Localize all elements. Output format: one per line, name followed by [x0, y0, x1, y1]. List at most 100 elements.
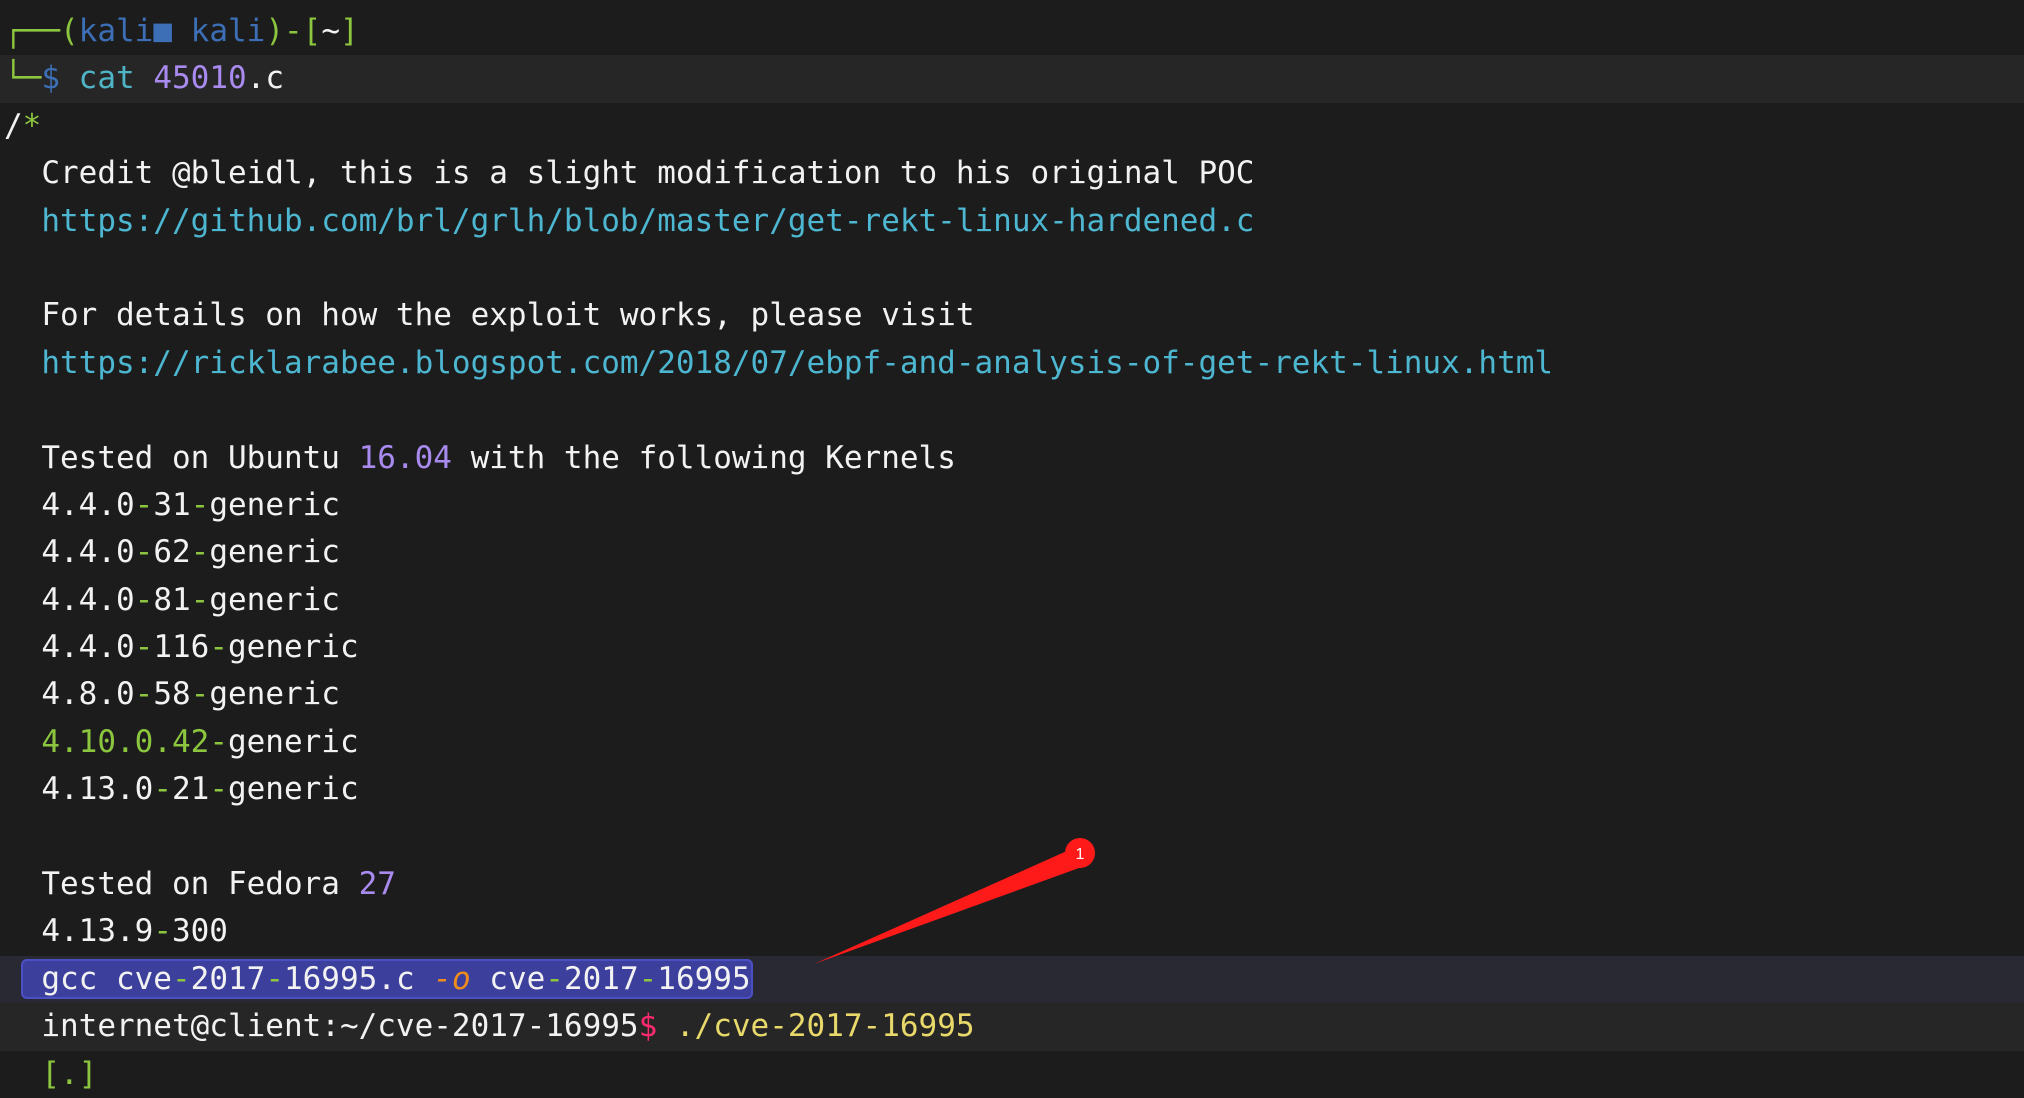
terminal-text: kali: [78, 13, 154, 49]
terminal-text: -: [153, 771, 172, 808]
terminal-text: ./cve-2017-16995: [657, 1008, 975, 1045]
terminal-text: 4.13.0: [4, 771, 154, 808]
terminal-text: 16995: [657, 960, 751, 997]
terminal-text: 4.4.0: [4, 629, 135, 666]
terminal-text: 31: [153, 486, 191, 523]
terminal-text: 16.04: [358, 439, 452, 476]
terminal-text: -: [209, 629, 228, 666]
terminal-text: cve: [470, 960, 546, 997]
terminal-line: /*: [0, 103, 2024, 150]
terminal-text: $: [638, 1008, 658, 1045]
terminal-text: -: [171, 960, 191, 997]
terminal-text: 300: [171, 913, 228, 950]
terminal-line: Tested on Fedora 27: [0, 861, 2024, 908]
terminal-line: 4.10.0.42-generic: [0, 719, 2024, 766]
terminal-text: -o: [433, 960, 471, 997]
terminal-text: generic: [209, 486, 340, 523]
terminal-text: *: [22, 107, 42, 144]
terminal-text: -: [134, 581, 154, 618]
terminal-text: )-[: [265, 13, 322, 49]
terminal-line: For details on how the exploit works, pl…: [0, 292, 2024, 339]
terminal-text: └─: [4, 60, 42, 97]
terminal-text: kali: [172, 13, 266, 49]
terminal-line: ┌──(kali■ kali)-[~]: [0, 8, 2024, 55]
terminal-text: 16995.c: [283, 960, 434, 997]
terminal-text: with the following Kernels: [451, 439, 956, 476]
terminal-line: 4.4.0-31-generic: [0, 482, 2024, 529]
terminal-text: -: [638, 960, 658, 997]
terminal-output[interactable]: ┌──(kali■ kali)-[~] └─$ cat 45010.c/* Cre…: [0, 8, 2024, 1098]
terminal-text: -: [545, 960, 564, 997]
terminal-text: $: [41, 60, 60, 97]
terminal-text: -: [153, 913, 172, 950]
terminal-line: 4.13.0-21-generic: [0, 766, 2024, 813]
terminal-line: [.]: [0, 1051, 2024, 1098]
terminal-text: https://github.com/brl/grlh/blob/master/…: [4, 202, 1255, 239]
terminal-text: 21: [171, 771, 210, 808]
terminal-text: 2017: [190, 960, 266, 997]
terminal-line: └─$ cat 45010.c: [0, 55, 2024, 103]
terminal-text: Credit @bleidl, this is a slight modific…: [4, 155, 1255, 192]
terminal-text: generic: [209, 534, 340, 571]
terminal-text: 27: [358, 866, 396, 903]
terminal-text: internet@client:~/cve-2017-16995: [4, 1008, 639, 1045]
terminal-text: 4.8.0: [4, 676, 135, 713]
terminal-line: https://github.com/brl/grlh/blob/master/…: [0, 198, 2024, 245]
terminal-line: 4.4.0-81-generic: [0, 577, 2024, 624]
terminal-line: 4.8.0-58-generic: [0, 671, 2024, 718]
terminal-text: 4.4.0: [4, 486, 135, 523]
terminal-text: -: [265, 960, 284, 997]
terminal-text: 58: [153, 676, 191, 713]
terminal-text: 4.13.9: [4, 913, 154, 950]
terminal-text: Tested on Fedora: [4, 866, 359, 903]
terminal-text: -: [134, 534, 154, 571]
terminal-text: -: [190, 581, 210, 618]
terminal-text: -: [190, 534, 210, 571]
terminal-text: ■: [153, 13, 172, 49]
terminal-text: 62: [153, 534, 191, 571]
terminal-text: https://ricklarabee.blogspot.com/2018/07…: [4, 344, 1554, 381]
terminal-text: 2017: [563, 960, 639, 997]
terminal-text: (: [60, 13, 79, 49]
terminal-text: .c: [246, 60, 284, 97]
terminal-text: -: [190, 486, 210, 523]
terminal-text: /: [4, 107, 23, 144]
terminal-text: generic: [209, 676, 340, 713]
terminal-text: generic: [227, 723, 359, 760]
terminal-text: ~: [321, 13, 340, 49]
terminal-text: generic: [228, 629, 359, 666]
terminal-line: internet@client:~/cve-2017-16995$ ./cve-…: [0, 1003, 2024, 1051]
terminal-text: -: [209, 723, 228, 760]
terminal-text: ┌──: [4, 13, 60, 49]
terminal-text: Tested on Ubuntu: [4, 439, 359, 476]
terminal-line: https://ricklarabee.blogspot.com/2018/07…: [0, 340, 2024, 387]
terminal-line: Tested on Ubuntu 16.04 with the followin…: [0, 435, 2024, 482]
terminal-line: Credit @bleidl, this is a slight modific…: [0, 150, 2024, 197]
terminal-line: gcc cve-2017-16995.c -o cve-2017-16995: [0, 955, 2024, 1004]
terminal-text: -: [134, 486, 154, 523]
terminal-text: [.]: [4, 1055, 98, 1092]
terminal-text: gcc cve: [41, 960, 172, 997]
terminal-text: -: [134, 676, 154, 713]
terminal-text: -: [134, 629, 154, 666]
terminal-text: 45010: [153, 60, 247, 97]
terminal-text: -: [190, 676, 210, 713]
terminal-text: generic: [227, 771, 359, 808]
terminal-line: 4.13.9-300: [0, 908, 2024, 955]
terminal-text: ]: [340, 13, 359, 49]
terminal-text: 4.4.0: [4, 534, 135, 571]
terminal-text: For details on how the exploit works, pl…: [4, 297, 975, 334]
terminal-text: generic: [209, 581, 340, 618]
terminal-text: -: [209, 771, 228, 808]
terminal-line: 4.4.0-116-generic: [0, 624, 2024, 671]
terminal-text: 4.4.0: [4, 581, 135, 618]
terminal-text: cat: [60, 60, 154, 97]
terminal-text: 116: [153, 629, 210, 666]
selected-text[interactable]: gcc cve-2017-16995.c -o cve-2017-16995: [21, 958, 753, 999]
terminal-text: 81: [153, 581, 191, 618]
terminal-text: 4.10.0.42: [4, 723, 210, 760]
terminal-line: 4.4.0-62-generic: [0, 529, 2024, 576]
